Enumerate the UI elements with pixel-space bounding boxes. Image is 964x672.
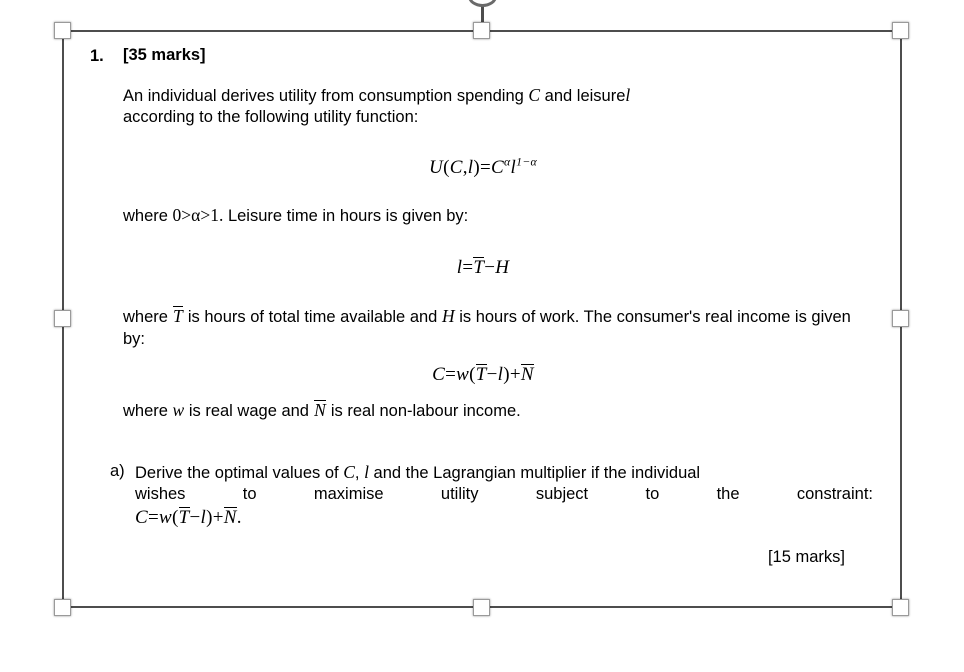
resize-handle-bottom-left[interactable] bbox=[54, 599, 71, 616]
inline-var-h: H bbox=[441, 306, 455, 327]
eq-constraint-t-bar: T bbox=[178, 507, 190, 529]
eq-income-minus: − bbox=[486, 364, 498, 386]
intro-leisure-word: leisure bbox=[576, 86, 626, 105]
intro-text-line1: An individual derives utility from consu… bbox=[123, 86, 524, 105]
part-a-body: Derive the optimal values of C, l and th… bbox=[135, 461, 873, 532]
resize-handle-bottom-right[interactable] bbox=[892, 599, 909, 616]
resize-handle-middle-left[interactable] bbox=[54, 310, 71, 327]
eq-income-w: w bbox=[456, 364, 470, 386]
part-a-comma: , bbox=[354, 463, 360, 482]
equation-leisure: l=T−H bbox=[123, 257, 843, 279]
time-prefix: where bbox=[123, 308, 168, 327]
eq-constraint-plus: + bbox=[212, 507, 224, 529]
eq-income-close: ) bbox=[503, 364, 510, 386]
eq-constraint-minus: − bbox=[189, 507, 201, 529]
resize-handle-bottom-center[interactable] bbox=[473, 599, 490, 616]
total-time-paragraph: where T is hours of total time available… bbox=[123, 305, 872, 350]
eq-leisure-equals: = bbox=[462, 257, 474, 279]
resize-handle-top-left[interactable] bbox=[54, 22, 71, 39]
rotate-handle-icon[interactable] bbox=[468, 0, 497, 7]
intro-and: and bbox=[544, 86, 573, 105]
eq-leisure-minus: − bbox=[484, 257, 496, 279]
eq-constraint-n-bar: N bbox=[223, 507, 237, 529]
eq-income-equals: = bbox=[445, 364, 457, 386]
eq-constraint-c: C bbox=[135, 507, 148, 529]
eq-utility-rhs-c: C bbox=[491, 156, 504, 178]
inline-var-l: l bbox=[625, 84, 631, 105]
part-a-var-l: l bbox=[364, 461, 369, 482]
eq-income-n-bar: N bbox=[520, 364, 534, 386]
equation-constraint-a: C=w(T−l)+N. bbox=[135, 506, 873, 531]
eq-constraint-w: w bbox=[159, 507, 172, 529]
part-a-line1-pre: Derive the optimal values of bbox=[135, 463, 339, 482]
part-a-var-c: C bbox=[343, 461, 355, 482]
eq-utility-rhs-l-exp: 1−α bbox=[516, 155, 537, 169]
intro-text-line2: according to the following utility funct… bbox=[123, 108, 419, 127]
eq-utility-fn: U bbox=[429, 156, 444, 178]
resize-handle-top-center[interactable] bbox=[473, 22, 490, 39]
resize-handle-middle-right[interactable] bbox=[892, 310, 909, 327]
alpha-prefix: where bbox=[123, 206, 168, 225]
eq-constraint-equals: = bbox=[147, 507, 159, 529]
inline-var-w: w bbox=[172, 400, 185, 421]
wage-prefix: where bbox=[123, 402, 168, 421]
part-a-marks: [15 marks] bbox=[767, 548, 845, 567]
eq-utility-close: ) bbox=[473, 156, 480, 178]
part-a-line1: Derive the optimal values of C, l and th… bbox=[135, 461, 873, 484]
eq-income-open: ( bbox=[469, 364, 476, 386]
inline-var-n-bar: N bbox=[313, 400, 327, 421]
question-marks-title: [35 marks] bbox=[123, 46, 206, 64]
eq-leisure-h: H bbox=[495, 257, 510, 279]
question-part-a: a) Derive the optimal values of C, l and… bbox=[110, 461, 873, 532]
question-heading: 1. [35 marks] bbox=[90, 45, 873, 67]
eq-utility-c: C bbox=[449, 156, 463, 178]
eq-utility-equals: = bbox=[479, 156, 491, 178]
eq-income-t-bar: T bbox=[475, 364, 487, 386]
eq-leisure-t-bar: T bbox=[473, 257, 485, 279]
equation-utility-function: U(C,l)=Cαl1−α bbox=[123, 156, 843, 179]
eq-income-plus: + bbox=[509, 364, 521, 386]
wage-mid: is real wage and bbox=[188, 402, 309, 421]
part-a-line1-post: and the Lagrangian multiplier if the ind… bbox=[373, 463, 701, 482]
inline-var-c: C bbox=[528, 84, 541, 105]
eq-constraint-period: . bbox=[236, 507, 242, 529]
intro-paragraph: An individual derives utility from consu… bbox=[123, 84, 872, 129]
inline-var-t-bar: T bbox=[172, 306, 184, 327]
alpha-range-paragraph: where 0>α>1. Leisure time in hours is gi… bbox=[123, 204, 873, 227]
eq-utility-open: ( bbox=[443, 156, 450, 178]
part-a-label: a) bbox=[110, 461, 125, 480]
alpha-range: 0>α>1. bbox=[172, 204, 224, 225]
equation-real-income: C=w(T−l)+N bbox=[123, 364, 843, 386]
wage-paragraph: where w is real wage and N is real non-l… bbox=[123, 399, 873, 422]
eq-constraint-close: ) bbox=[206, 507, 213, 529]
eq-income-c: C bbox=[432, 364, 446, 386]
part-a-line2: wishes to maximise utility subject to th… bbox=[135, 485, 873, 504]
time-mid: is hours of total time available and bbox=[187, 308, 438, 327]
eq-constraint-open: ( bbox=[171, 507, 179, 529]
question-number: 1. bbox=[90, 47, 104, 65]
resize-handle-top-right[interactable] bbox=[892, 22, 909, 39]
alpha-rest: Leisure time in hours is given by: bbox=[227, 206, 469, 225]
wage-rest: is real non-labour income. bbox=[330, 402, 521, 421]
document-text-frame[interactable]: 1. [35 marks] An individual derives util… bbox=[63, 31, 901, 607]
